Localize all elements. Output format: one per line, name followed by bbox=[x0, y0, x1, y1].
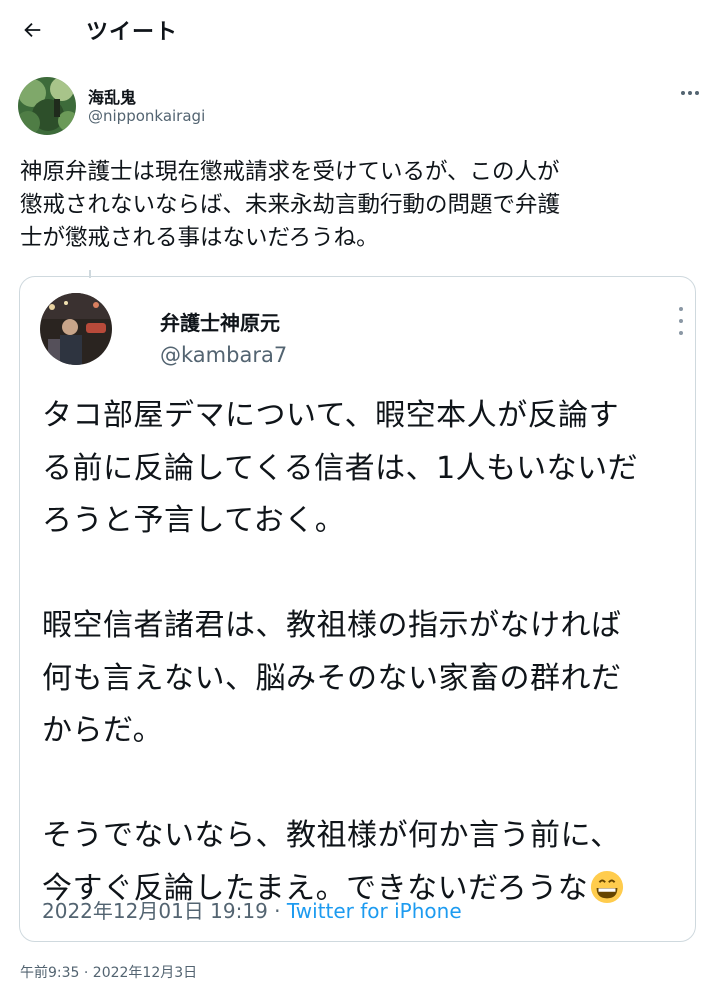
quoted-avatar bbox=[40, 293, 112, 365]
grinning-face-icon bbox=[591, 870, 624, 903]
arrow-left-icon bbox=[24, 22, 41, 38]
quoted-tweet-text: タコ部屋デマについて、暇空本人が反論す る前に反論してくる信者は、1人もいないだ… bbox=[42, 390, 692, 915]
tweet-author: 海乱鬼 @nipponkairagi bbox=[18, 77, 708, 137]
quoted-tweet-image[interactable]: 弁護士神原元 @kambara7 タコ部屋デマについて、暇空本人が反論す る前に… bbox=[19, 276, 696, 942]
author-handle[interactable]: @nipponkairagi bbox=[88, 107, 205, 125]
page-title: ツイート bbox=[86, 20, 179, 45]
quoted-meta: 2022年12月01日 19:19 · Twitter for iPhone bbox=[42, 895, 462, 924]
author-name[interactable]: 海乱鬼 bbox=[88, 84, 136, 108]
more-vertical-icon bbox=[675, 307, 687, 335]
more-options-button[interactable] bbox=[676, 81, 704, 105]
meta-separator: · bbox=[274, 899, 281, 923]
avatar[interactable] bbox=[18, 77, 76, 135]
quoted-source: Twitter for iPhone bbox=[286, 899, 462, 923]
quoted-author-name: 弁護士神原元 bbox=[160, 311, 280, 335]
quoted-author-handle: @kambara7 bbox=[160, 343, 288, 367]
avatar-image bbox=[18, 77, 76, 135]
top-bar: ツイート bbox=[0, 0, 728, 62]
quoted-date: 2022年12月01日 19:19 bbox=[42, 899, 268, 923]
back-button[interactable] bbox=[14, 12, 50, 48]
tweet-text: 神原弁護士は現在懲戒請求を受けているが、この人が 懲戒されないならば、未来永劫言… bbox=[20, 159, 561, 251]
quoted-avatar-image bbox=[40, 293, 112, 365]
tweet-timestamp[interactable]: 午前9:35 · 2022年12月3日 bbox=[20, 962, 197, 982]
quoted-text-body: タコ部屋デマについて、暇空本人が反論す る前に反論してくる信者は、1人もいないだ… bbox=[42, 398, 639, 906]
more-horizontal-icon bbox=[681, 91, 699, 95]
